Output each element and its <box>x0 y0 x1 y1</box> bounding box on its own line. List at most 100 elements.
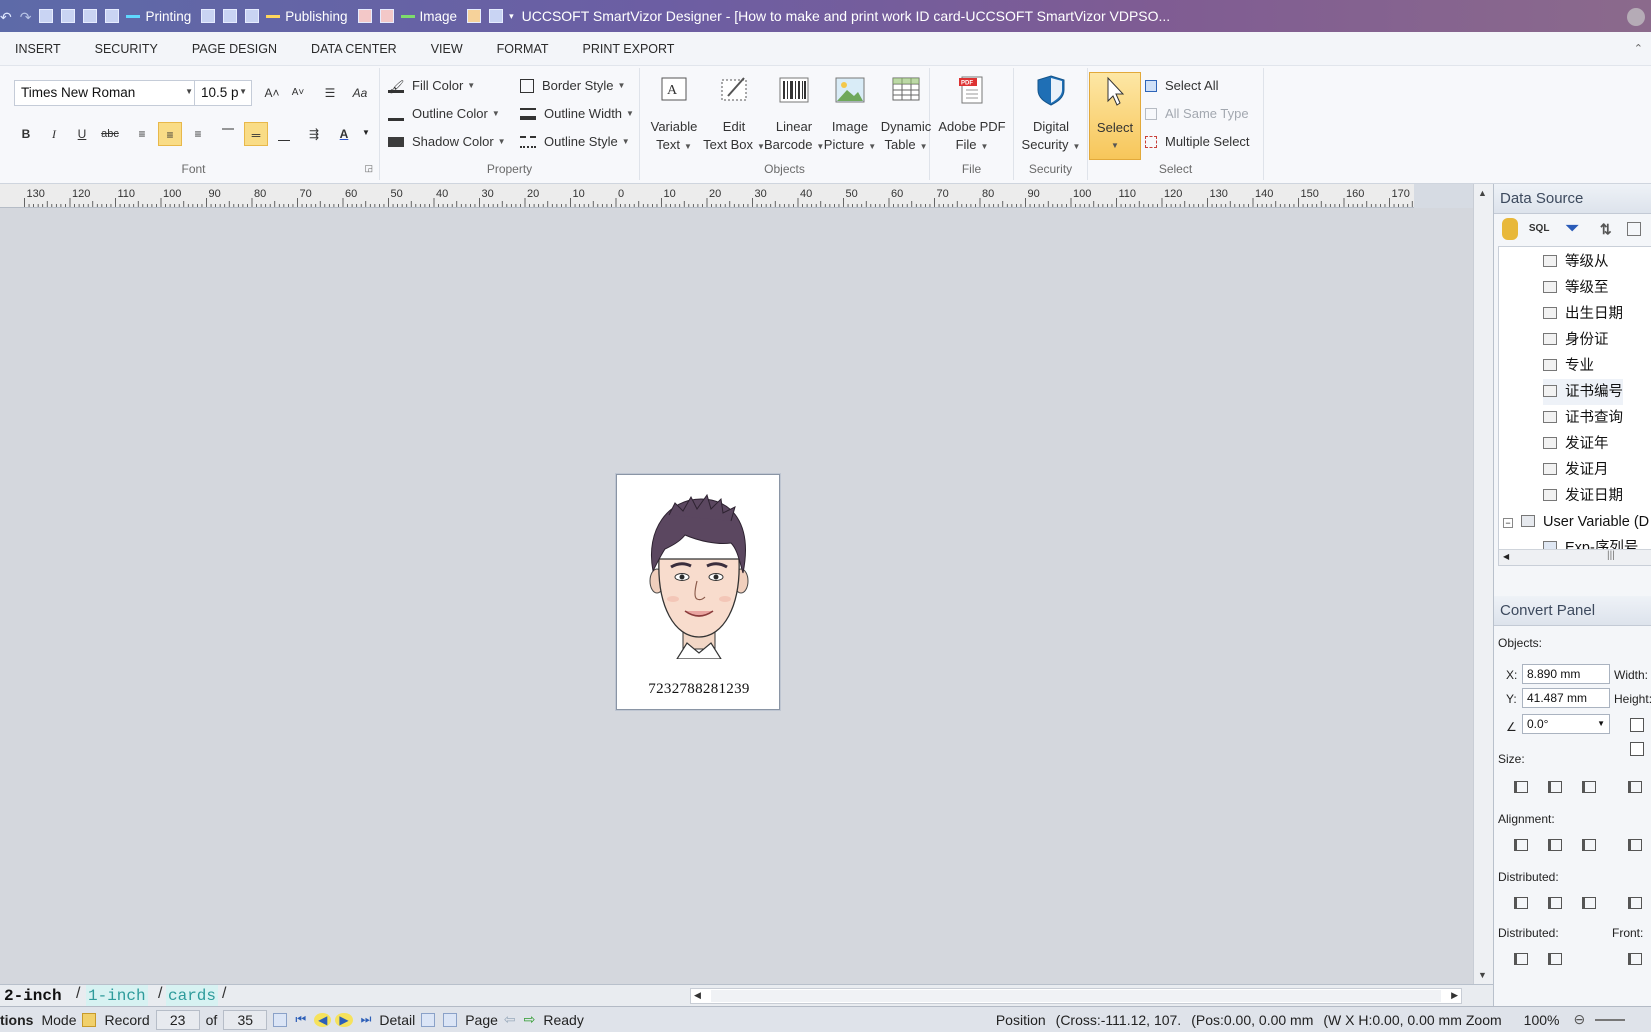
digital-security-button[interactable]: Digital Security ▼ <box>1018 72 1084 156</box>
all-same-type-button[interactable]: All Same Type <box>1145 106 1249 121</box>
scroll-grip-icon[interactable]: ||| <box>1607 550 1615 561</box>
same-size-icon[interactable] <box>1510 778 1532 796</box>
scroll-down-icon[interactable]: ▼ <box>1478 970 1487 980</box>
shadow-color-button[interactable]: Shadow Color ▼ <box>388 134 506 149</box>
multiple-select-button[interactable]: Multiple Select <box>1145 134 1250 149</box>
data-source-tree[interactable]: 等级从 等级至 出生日期 身份证 专业 证书编号 证书查询 发证年 发证月 发证… <box>1498 246 1651 566</box>
sheet-tab-cards[interactable]: cards <box>166 985 219 1007</box>
text-wrap-icon[interactable]: ⇶ <box>302 122 326 146</box>
tree-field[interactable]: 发证年 <box>1543 431 1609 457</box>
select-button[interactable]: Select ▼ <box>1089 72 1141 160</box>
align-left-icon[interactable]: ≡ <box>130 122 154 146</box>
tab-data-center[interactable]: DATA CENTER <box>294 32 414 66</box>
same-width-icon[interactable] <box>1544 778 1566 796</box>
record-list-icon[interactable] <box>273 1012 288 1027</box>
dialog-launcher-icon[interactable]: ◲ <box>364 163 373 174</box>
pdf-export-icon[interactable] <box>357 9 372 23</box>
select-all-button[interactable]: Select All <box>1145 78 1218 93</box>
design-canvas[interactable]: 7232788281239 <box>0 208 1473 984</box>
tab-view[interactable]: VIEW <box>414 32 480 66</box>
align-center-icon[interactable]: ≡ <box>158 122 182 146</box>
zoom-out-icon[interactable]: ⊖ <box>1573 1011 1585 1028</box>
zoom-slider[interactable] <box>1595 1018 1626 1021</box>
align-center-objects-icon[interactable] <box>1544 836 1566 854</box>
tree-field[interactable]: 发证日期 <box>1543 483 1623 509</box>
image-export-2-icon[interactable] <box>489 9 504 23</box>
page-back-icon[interactable]: ⇦ <box>504 1011 516 1028</box>
align-left-objects-icon[interactable] <box>1510 836 1532 854</box>
align-bottom-icon[interactable]: ⎽ <box>272 122 296 146</box>
detail-next-icon[interactable] <box>443 1012 458 1027</box>
align-middle-icon[interactable]: ═ <box>244 122 268 146</box>
tree-field[interactable]: 专业 <box>1543 353 1594 379</box>
scroll-thumb[interactable] <box>711 990 1441 1002</box>
tree-field[interactable]: 身份证 <box>1543 327 1609 353</box>
tab-security[interactable]: SECURITY <box>78 32 175 66</box>
bullet-list-icon[interactable]: ☰ <box>318 81 342 105</box>
vertical-scrollbar[interactable]: ▲ ▼ <box>1473 184 1493 984</box>
window-control-icon[interactable] <box>1627 8 1645 26</box>
tree-field[interactable]: 证书查询 <box>1543 405 1623 431</box>
edit-text-box-button[interactable]: Edit Text Box ▼ <box>700 72 768 156</box>
sheet-tab-2-inch[interactable]: 2-inch <box>4 985 62 1007</box>
outline-width-button[interactable]: Outline Width ▼ <box>520 106 634 121</box>
underline-button[interactable]: U <box>70 122 94 146</box>
database-icon[interactable] <box>1502 218 1518 240</box>
y-position-input[interactable]: 41.487 mm <box>1522 688 1610 708</box>
lock-checkbox[interactable] <box>1630 718 1644 732</box>
align-top-icon[interactable]: ⎺ <box>216 122 240 146</box>
scroll-left-icon[interactable]: ◀ <box>1503 552 1509 561</box>
redo-icon[interactable]: ↷ <box>20 9 32 25</box>
first-record-icon[interactable]: ⏮ <box>295 1012 306 1027</box>
next-record-icon[interactable]: ▶ <box>335 1012 353 1027</box>
print-preview-icon[interactable] <box>223 9 238 23</box>
variable-text-button[interactable]: A Variable Text ▼ <box>644 72 704 156</box>
grow-font-icon[interactable]: A˄ <box>260 81 284 105</box>
tab-format[interactable]: FORMAT <box>480 32 566 66</box>
portrait-image[interactable] <box>639 489 759 659</box>
distribute-v-icon[interactable] <box>1624 894 1646 912</box>
template-icon[interactable] <box>105 9 120 23</box>
distribute-h-right-icon[interactable] <box>1578 894 1600 912</box>
align-top-objects-icon[interactable] <box>1624 836 1646 854</box>
image-export-icon[interactable] <box>467 9 482 23</box>
dynamic-table-button[interactable]: Dynamic Table ▼ <box>876 72 936 156</box>
collapse-icon[interactable]: − <box>1503 518 1513 528</box>
same-height-icon[interactable] <box>1578 778 1600 796</box>
id-card-page[interactable]: 7232788281239 <box>616 474 780 710</box>
clear-format-icon[interactable]: Aa <box>348 81 372 105</box>
print-icon[interactable] <box>245 9 260 23</box>
tree-field[interactable]: 出生日期 <box>1543 301 1623 327</box>
italic-button[interactable]: I <box>42 122 66 146</box>
scroll-left-icon[interactable]: ◀ <box>694 990 701 1001</box>
sql-query-icon[interactable]: SQL <box>1528 218 1551 240</box>
page-forward-icon[interactable]: ⇨ <box>524 1011 536 1028</box>
customize-qa-icon[interactable]: ▾ <box>509 11 514 22</box>
bold-button[interactable]: B <box>14 122 38 146</box>
open-icon[interactable] <box>61 9 76 23</box>
image-picture-button[interactable]: Image Picture ▼ <box>820 72 880 156</box>
option-checkbox[interactable] <box>1630 742 1644 756</box>
last-record-icon[interactable]: ⏭ <box>361 1012 372 1027</box>
undo-icon[interactable]: ↶ <box>0 9 12 25</box>
scroll-up-icon[interactable]: ▲ <box>1478 188 1487 198</box>
font-family-select[interactable]: Times New Roman ▼ <box>14 80 198 106</box>
detail-prev-icon[interactable] <box>421 1012 436 1027</box>
filter-icon[interactable]: ⏷ <box>1561 218 1584 240</box>
record-current-input[interactable]: 23 <box>155 1009 200 1030</box>
card-number-text[interactable]: 7232788281239 <box>617 681 781 698</box>
bring-to-front-icon[interactable] <box>1624 950 1646 968</box>
print-setup-icon[interactable] <box>201 9 216 23</box>
tab-insert[interactable]: INSERT <box>0 32 78 66</box>
collapse-ribbon-icon[interactable]: ⌃ <box>1634 42 1643 55</box>
distribute-h-icon[interactable] <box>1510 894 1532 912</box>
distribute-v-middle-icon[interactable] <box>1544 950 1566 968</box>
distribute-h-center-icon[interactable] <box>1544 894 1566 912</box>
save-icon[interactable] <box>83 9 98 23</box>
outline-style-button[interactable]: Outline Style ▼ <box>520 134 630 149</box>
pdf-export-2-icon[interactable] <box>379 9 394 23</box>
tree-field[interactable]: 发证月 <box>1543 457 1609 483</box>
outline-color-button[interactable]: Outline Color ▼ <box>388 106 500 121</box>
new-document-icon[interactable] <box>39 9 54 23</box>
user-variable-node[interactable]: − User Variable (D <box>1503 509 1649 535</box>
